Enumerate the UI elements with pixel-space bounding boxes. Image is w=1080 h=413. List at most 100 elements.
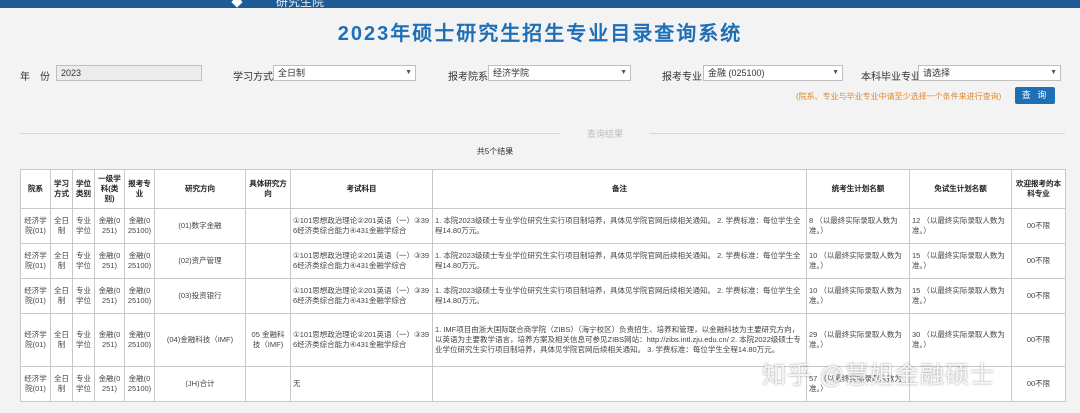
table-cell: 15 （以最终实际录取人数为准。） xyxy=(909,278,1012,314)
table-cell: 专业学位 xyxy=(72,313,95,367)
table-cell: 金融(0251) xyxy=(94,313,125,367)
table-cell: 经济学院(01) xyxy=(20,313,51,367)
table-header-row: 院系 学习方式 学位类别 一级学科(类别) 报考专业 研究方向 具体研究方向 考… xyxy=(20,169,1066,209)
chevron-down-icon: ▼ xyxy=(832,69,839,76)
col-header: 具体研究方向 xyxy=(245,169,291,209)
results-count: 共5个结果 xyxy=(476,147,514,156)
table-cell: 金融(0251) xyxy=(94,366,125,402)
table-cell: 1. 本院2023级硕士专业学位研究生实行项目制培养，具体见学院官网后续相关通知… xyxy=(432,243,807,279)
query-hint: (院系、专业与毕业专业中请至少选择一个条件来进行查询) xyxy=(796,92,1002,101)
chevron-down-icon: ▼ xyxy=(1050,69,1057,76)
department-select[interactable]: 经济学院 ▼ xyxy=(488,65,631,81)
year-field: 2023 xyxy=(56,65,202,81)
col-header: 研究方向 xyxy=(154,169,246,209)
table-cell: 专业学位 xyxy=(72,208,95,244)
table-row: 经济学院(01) 全日制 专业学位 金融(0251) 金融(025100) (0… xyxy=(20,243,1066,279)
nav-marker-icon xyxy=(231,0,243,8)
table-cell: 全日制 xyxy=(50,366,73,402)
col-header: 学习方式 xyxy=(50,169,73,209)
table-cell: 金融(0251) xyxy=(94,208,125,244)
table-cell xyxy=(245,208,291,244)
watermark: 知乎 @慧姐金融硕士 xyxy=(762,362,996,389)
table-cell: 专业学位 xyxy=(72,366,95,402)
table-cell: (02)资产管理 xyxy=(154,243,246,279)
department-value: 经济学院 xyxy=(493,68,530,78)
top-nav-label[interactable]: 研究生院 xyxy=(276,0,324,10)
table-cell: 1. 本院2023级硕士专业学位研究生实行项目制培养，具体见学院官网后续相关通知… xyxy=(432,278,807,314)
table-cell: 15 （以最终实际录取人数为准。） xyxy=(909,243,1012,279)
table-cell: 专业学位 xyxy=(72,243,95,279)
table-cell: (04)金融科技（IMF) xyxy=(154,313,246,367)
major-value: 金融 (025100) xyxy=(708,68,765,78)
col-header: 备注 xyxy=(432,169,807,209)
table-cell: 1. IMF项目由浙大国际联合商学院（ZIBS）（海宁校区）负责招生、培养和管理… xyxy=(432,313,807,367)
undergrad-major-value: 请选择 xyxy=(923,68,951,78)
table-cell: 00不限 xyxy=(1011,313,1066,367)
chevron-down-icon: ▼ xyxy=(405,69,412,76)
table-row: 经济学院(01) 全日制 专业学位 金融(0251) 金融(025100) (0… xyxy=(20,278,1066,314)
results-label: 查询结果 xyxy=(560,127,650,140)
study-mode-value: 全日制 xyxy=(278,68,306,78)
table-cell: 金融(0251) xyxy=(94,278,125,314)
col-header: 统考生计划名额 xyxy=(806,169,910,209)
table-cell: 经济学院(01) xyxy=(20,208,51,244)
table-cell: 金融(025100) xyxy=(124,278,155,314)
results-divider xyxy=(20,133,1065,134)
table-cell: 经济学院(01) xyxy=(20,278,51,314)
table-cell: 全日制 xyxy=(50,243,73,279)
col-header: 学位类别 xyxy=(72,169,95,209)
col-header: 一级学科(类别) xyxy=(94,169,125,209)
table-cell: ①101思想政治理论②201英语（一）③396经济类综合能力④431金融学综合 xyxy=(290,278,433,314)
table-cell: ①101思想政治理论②201英语（一）③396经济类综合能力④431金融学综合 xyxy=(290,243,433,279)
table-cell: 全日制 xyxy=(50,278,73,314)
major-label: 报考专业 xyxy=(662,72,702,83)
col-header: 免试生计划名额 xyxy=(909,169,1012,209)
top-nav-bar: 研究生院 xyxy=(0,0,1080,10)
table-cell xyxy=(432,366,807,402)
table-cell xyxy=(245,278,291,314)
table-cell: 金融(025100) xyxy=(124,243,155,279)
table-cell: 金融(0251) xyxy=(94,243,125,279)
query-button[interactable]: 查 询 xyxy=(1015,87,1055,104)
table-cell: 无 xyxy=(290,366,433,402)
table-cell xyxy=(245,243,291,279)
table-cell: 8 （以最终实际录取人数为准。） xyxy=(806,208,910,244)
table-cell: 10 （以最终实际录取人数为准。） xyxy=(806,278,910,314)
table-cell: 经济学院(01) xyxy=(20,366,51,402)
table-cell: 金融(025100) xyxy=(124,313,155,367)
table-cell: 全日制 xyxy=(50,313,73,367)
table-cell: 专业学位 xyxy=(72,278,95,314)
page-title: 2023年硕士研究生招生专业目录查询系统 xyxy=(337,23,743,45)
table-cell: 12 （以最终实际录取人数为准。） xyxy=(909,208,1012,244)
table-cell: 00不限 xyxy=(1011,278,1066,314)
table-cell: 1. 本院2023级硕士专业学位研究生实行项目制培养，具体见学院官网后续相关通知… xyxy=(432,208,807,244)
col-header: 考试科目 xyxy=(290,169,433,209)
study-mode-select[interactable]: 全日制 ▼ xyxy=(273,65,416,81)
table-cell: 00不限 xyxy=(1011,208,1066,244)
table-cell: (01)数字金融 xyxy=(154,208,246,244)
year-label: 年 份 xyxy=(20,72,50,83)
major-select[interactable]: 金融 (025100) ▼ xyxy=(703,65,843,81)
table-cell: 05 金融科技（IMF) xyxy=(245,313,291,367)
col-header: 报考专业 xyxy=(124,169,155,209)
table-cell xyxy=(245,366,291,402)
table-cell: (JH)合计 xyxy=(154,366,246,402)
table-cell: ①101思想政治理论②201英语（一）③396经济类综合能力④431金融学综合 xyxy=(290,208,433,244)
table-cell: 金融(025100) xyxy=(124,366,155,402)
table-cell: ①101思想政治理论②201英语（一）③396经济类综合能力④431金融学综合 xyxy=(290,313,433,367)
table-cell: (03)投资银行 xyxy=(154,278,246,314)
table-row: 经济学院(01) 全日制 专业学位 金融(0251) 金融(025100) (0… xyxy=(20,208,1066,244)
table-cell: 经济学院(01) xyxy=(20,243,51,279)
study-mode-label: 学习方式 xyxy=(233,72,273,83)
col-header: 欢迎报考的本科专业 xyxy=(1011,169,1066,209)
chevron-down-icon: ▼ xyxy=(620,69,627,76)
table-cell: 00不限 xyxy=(1011,366,1066,402)
undergrad-major-label: 本科毕业专业 xyxy=(861,72,921,83)
table-cell: 10 （以最终实际录取人数为准。） xyxy=(806,243,910,279)
table-cell: 金融(025100) xyxy=(124,208,155,244)
table-cell: 全日制 xyxy=(50,208,73,244)
department-label: 报考院系 xyxy=(448,72,488,83)
undergrad-major-select[interactable]: 请选择 ▼ xyxy=(918,65,1061,81)
col-header: 院系 xyxy=(20,169,51,209)
table-cell: 00不限 xyxy=(1011,243,1066,279)
